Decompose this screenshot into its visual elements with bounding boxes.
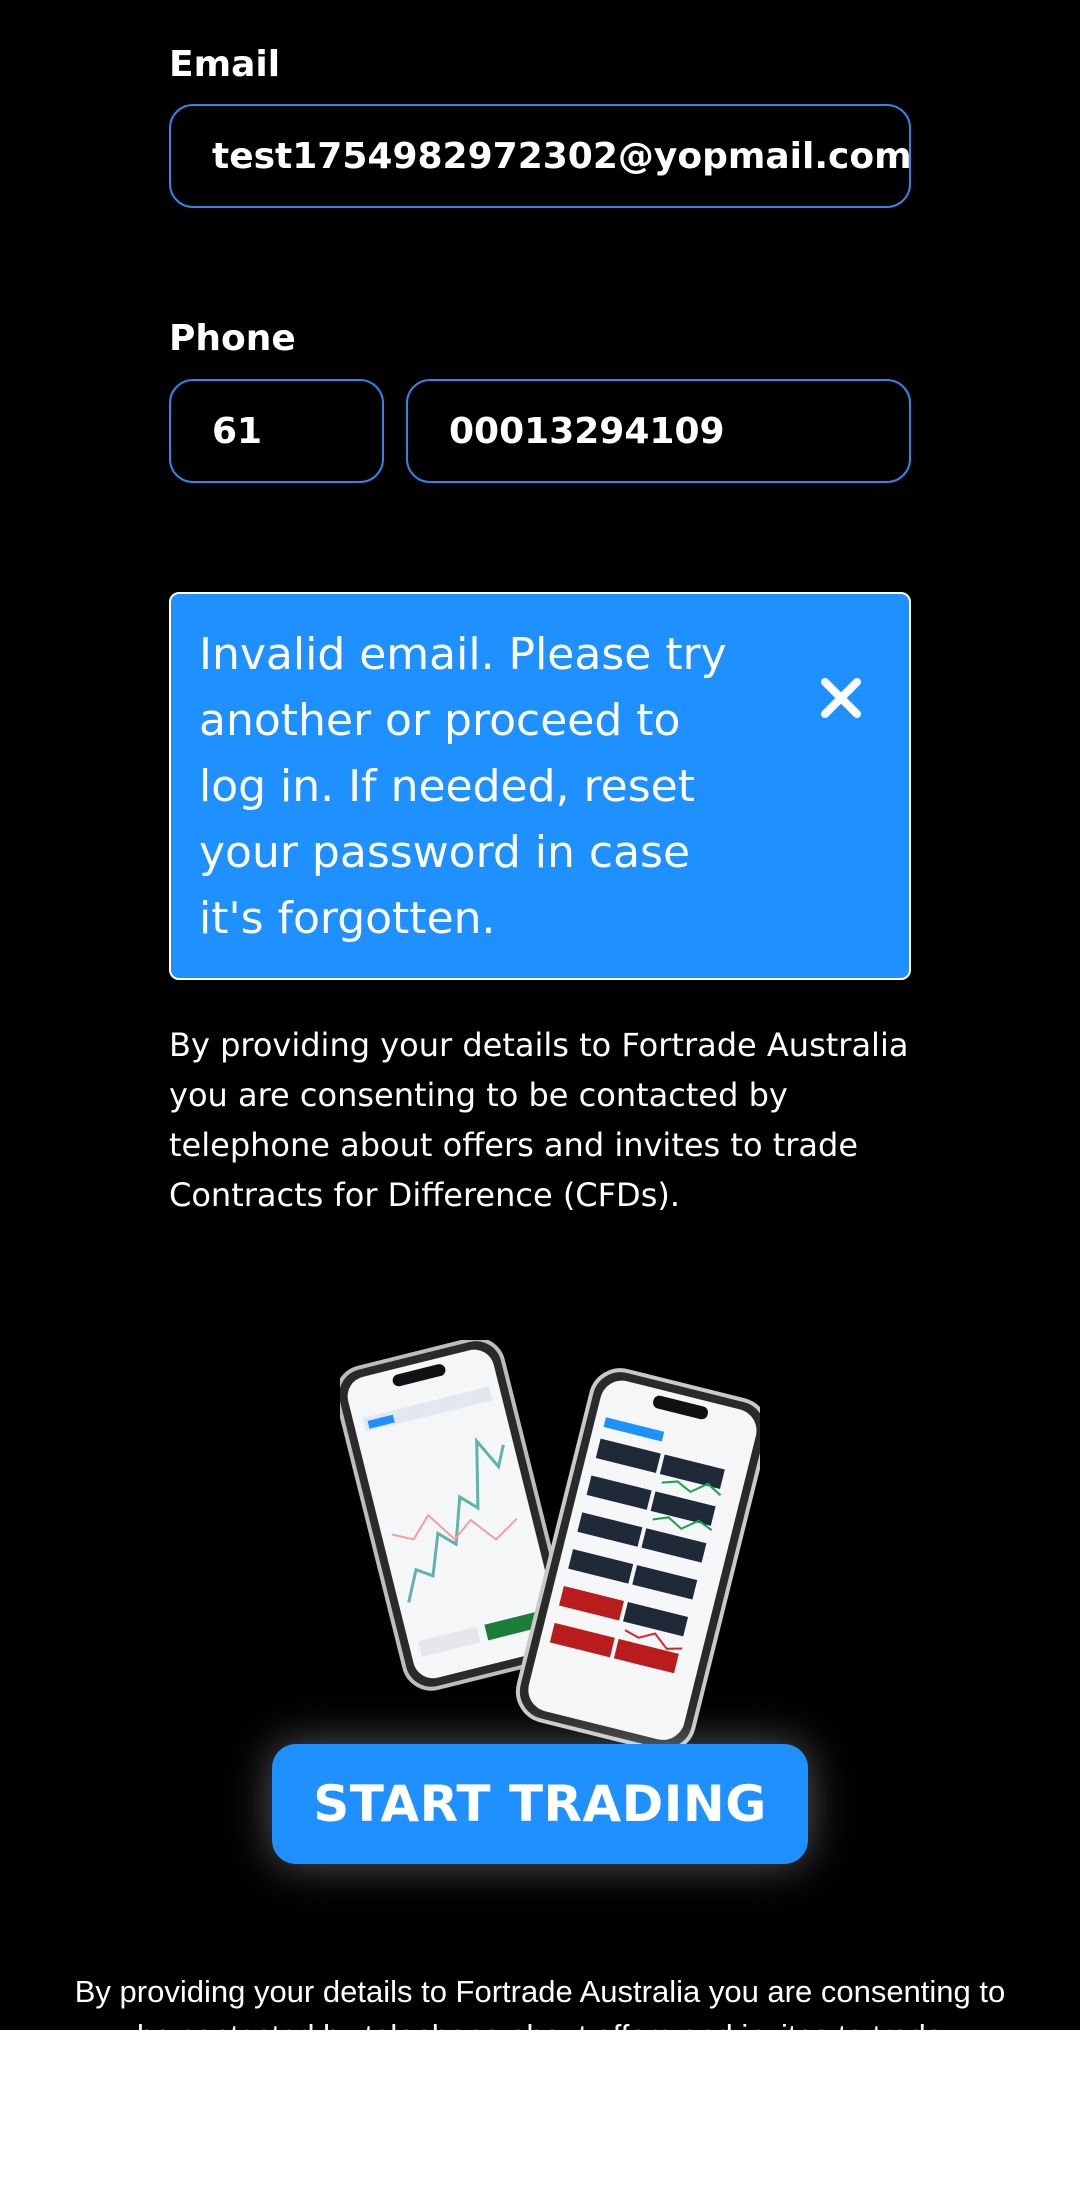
- close-icon[interactable]: [811, 668, 871, 728]
- consent-text: By providing your details to Fortrade Au…: [169, 1026, 909, 1214]
- form-panel: Email test1754982972302@yopmail.com Phon…: [0, 0, 1080, 2030]
- email-value: test1754982972302@yopmail.com: [212, 135, 912, 177]
- email-field[interactable]: test1754982972302@yopmail.com: [169, 104, 912, 208]
- country-code-value: 61: [212, 410, 263, 452]
- footer-consent-text: By providing your details to Fortrade Au…: [74, 1974, 1006, 2030]
- phone-mockup-image: [335, 1337, 769, 1760]
- email-label: Email: [169, 44, 281, 85]
- phone-label: Phone: [169, 318, 296, 359]
- country-code-field[interactable]: 61: [169, 379, 384, 483]
- error-alert: Invalid email. Please try another or pro…: [169, 592, 911, 980]
- start-trading-button[interactable]: START TRADING: [272, 1744, 808, 1864]
- phone-number-value: 00013294109: [449, 410, 725, 452]
- phone-number-field[interactable]: 00013294109: [406, 379, 911, 483]
- alert-message: Invalid email. Please try another or pro…: [199, 629, 727, 944]
